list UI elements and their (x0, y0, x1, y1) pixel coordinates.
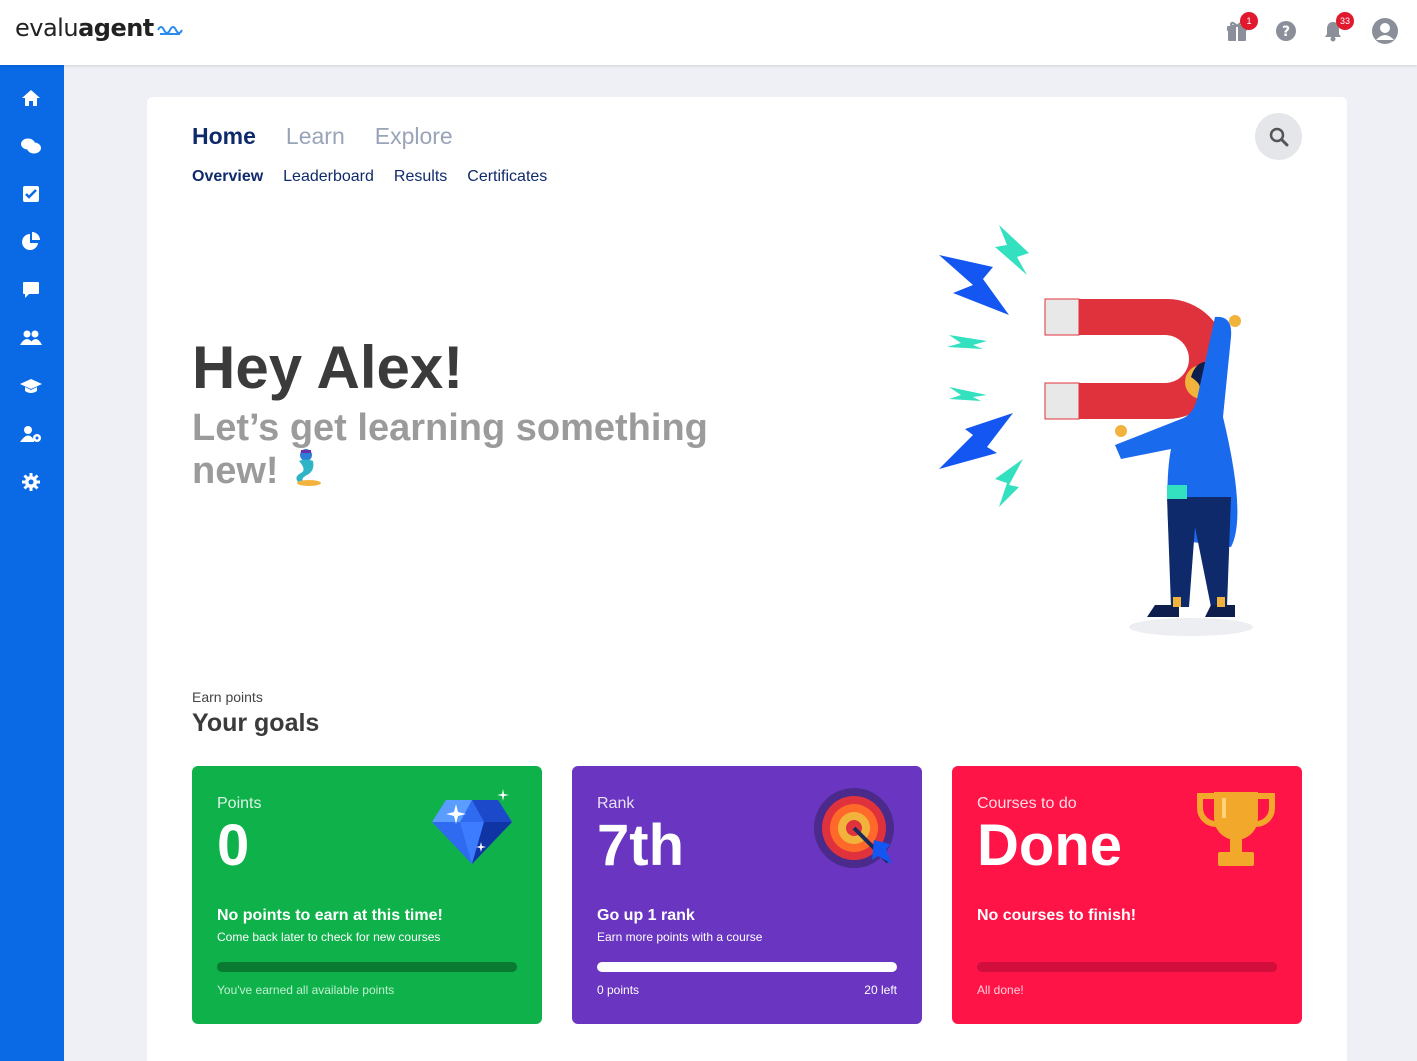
pie-chart-icon[interactable] (16, 227, 46, 257)
greeting-subtitle-text: Let’s get learning something new! (192, 407, 708, 492)
help-icon[interactable]: ? (1273, 18, 1299, 44)
rank-label: Rank (597, 795, 635, 812)
gift-badge: 1 (1240, 12, 1258, 30)
points-description: Come back later to check for new courses (217, 930, 441, 944)
goals-title: Your goals (192, 709, 320, 737)
sidebar (0, 65, 64, 1061)
trophy-icon (1197, 792, 1275, 866)
users-icon[interactable] (16, 323, 46, 353)
user-avatar-icon[interactable] (1370, 16, 1400, 46)
secondary-tabs: Overview Leaderboard Results Certificate… (192, 168, 547, 186)
genie-emoji-icon (296, 449, 322, 486)
courses-value: Done (977, 813, 1122, 878)
search-icon (1269, 127, 1288, 146)
magnet-illustration (939, 225, 1253, 636)
points-goal-card[interactable]: Points 0 No points to earn at this time!… (192, 766, 542, 1024)
tab-explore[interactable]: Explore (375, 123, 453, 150)
points-footer: You've earned all available points (217, 983, 395, 997)
comment-icon[interactable] (16, 275, 46, 305)
subtab-leaderboard[interactable]: Leaderboard (283, 168, 374, 186)
top-bar: evaluagent 1 ? 33 (0, 0, 1417, 65)
gear-icon[interactable] (16, 467, 46, 497)
diamond-icon (432, 789, 512, 864)
points-value: 0 (217, 813, 250, 878)
rank-headline: Go up 1 rank (597, 907, 695, 924)
goals-overline: Earn points (192, 689, 263, 705)
points-progress-bar (217, 962, 517, 972)
user-settings-icon[interactable] (16, 419, 46, 449)
rank-progress-bar (597, 962, 897, 972)
main-card: Home Learn Explore Overview Leaderboard … (147, 97, 1347, 1061)
gift-icon[interactable]: 1 (1224, 12, 1258, 44)
greeting-subtitle: Let’s get learning something new! (192, 409, 792, 490)
courses-footer: All done! (977, 983, 1024, 997)
courses-label: Courses to do (977, 795, 1077, 812)
subtab-certificates[interactable]: Certificates (467, 168, 547, 186)
svg-text:?: ? (1282, 24, 1290, 40)
rank-footer-left: 0 points (597, 983, 640, 997)
rank-description: Earn more points with a course (597, 930, 763, 944)
subtab-results[interactable]: Results (394, 168, 447, 186)
points-label: Points (217, 795, 262, 812)
search-button[interactable] (1255, 113, 1302, 160)
logo-text-light: evalu (15, 14, 79, 42)
courses-goal-card[interactable]: Courses to do Done No courses to finish!… (952, 766, 1302, 1024)
subtab-overview[interactable]: Overview (192, 168, 263, 186)
rank-goal-card[interactable]: Rank 7th Go up 1 rank Earn more points w… (572, 766, 922, 1024)
courses-headline: No courses to finish! (977, 907, 1137, 924)
target-dart-icon (814, 788, 894, 868)
checkbox-icon[interactable] (16, 179, 46, 209)
rank-footer-right: 20 left (864, 983, 897, 997)
rank-value: 7th (597, 813, 684, 878)
bell-badge: 33 (1336, 12, 1354, 30)
points-headline: No points to earn at this time! (217, 907, 443, 924)
primary-tabs: Home Learn Explore (192, 123, 453, 150)
home-icon[interactable] (16, 83, 46, 113)
graduation-cap-icon[interactable] (16, 371, 46, 401)
points-progress-fill (217, 962, 517, 972)
logo-wave-icon (156, 26, 183, 35)
courses-progress-bar (977, 962, 1277, 972)
courses-progress-fill (977, 962, 1277, 972)
chat-bubbles-icon[interactable] (16, 131, 46, 161)
tab-learn[interactable]: Learn (286, 123, 345, 150)
bell-icon[interactable]: 33 (1320, 12, 1354, 44)
greeting-title: Hey Alex! (192, 334, 464, 401)
tab-home[interactable]: Home (192, 123, 256, 150)
logo-text-bold: agent (78, 14, 154, 42)
logo[interactable]: evaluagent (15, 14, 184, 42)
